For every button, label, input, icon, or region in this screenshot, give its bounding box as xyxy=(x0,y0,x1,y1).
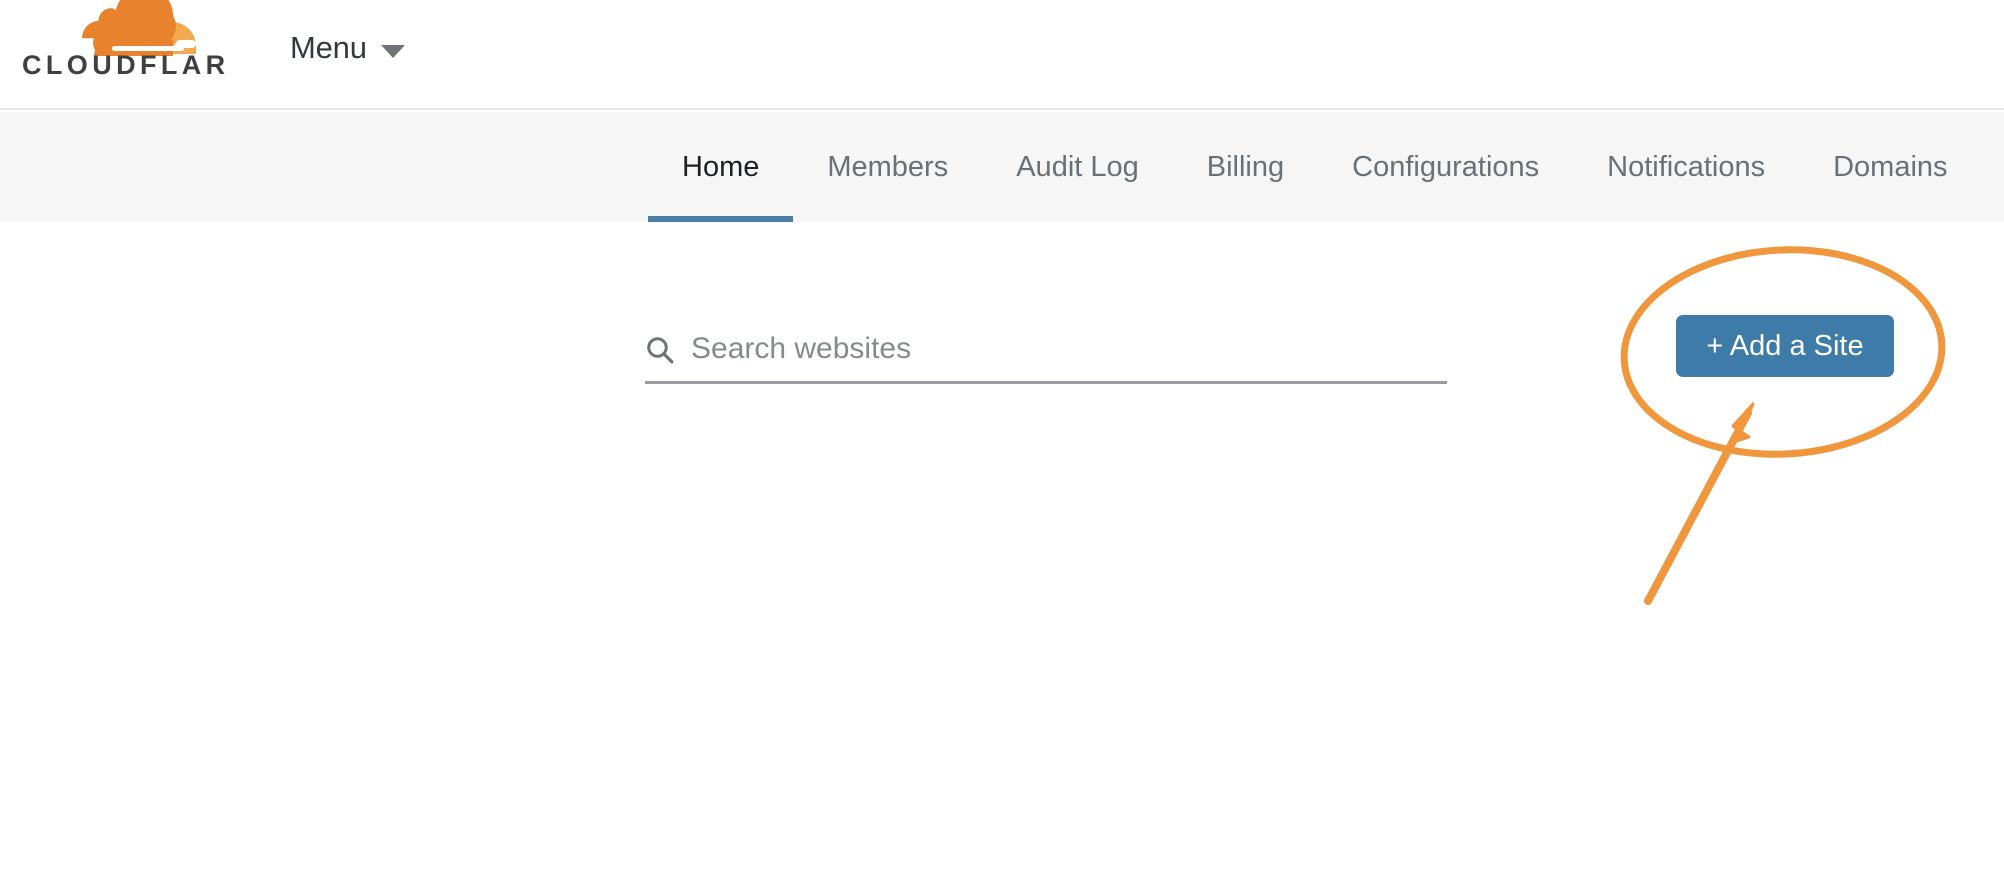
tab-members-label: Members xyxy=(827,150,949,183)
add-site-button[interactable]: + Add a Site xyxy=(1676,315,1894,377)
search-field[interactable] xyxy=(645,322,1447,384)
chevron-down-icon xyxy=(380,44,405,58)
tab-domains[interactable]: Domains xyxy=(1799,112,1981,222)
tab-domains-label: Domains xyxy=(1833,150,1948,183)
cloudflare-cloud-logo: CLOUDFLARE xyxy=(22,0,230,80)
search-icon xyxy=(647,336,674,363)
tab-members[interactable]: Members xyxy=(793,112,982,222)
cloudflare-wordmark: CLOUDFLARE xyxy=(22,50,230,80)
cloudflare-logo[interactable]: CLOUDFLARE xyxy=(20,0,230,86)
tab-audit-log[interactable]: Audit Log xyxy=(982,112,1173,222)
tab-configurations[interactable]: Configurations xyxy=(1318,112,1573,222)
tab-billing-label: Billing xyxy=(1206,150,1285,183)
search-input[interactable] xyxy=(691,331,1411,366)
menu-label: Menu xyxy=(290,30,367,65)
secondary-nav-bar: Home Members Audit Log Billing Configura… xyxy=(0,112,2004,222)
tab-home-label: Home xyxy=(682,150,760,183)
tab-configurations-label: Configurations xyxy=(1352,150,1540,183)
menu-button[interactable]: Menu xyxy=(290,30,405,66)
tab-home[interactable]: Home xyxy=(648,112,794,222)
tab-billing[interactable]: Billing xyxy=(1173,112,1318,222)
top-header: CLOUDFLARE Menu xyxy=(0,0,2004,110)
nav-tab-list: Home Members Audit Log Billing Configura… xyxy=(0,112,1982,222)
tab-notifications-label: Notifications xyxy=(1607,150,1766,183)
tab-audit-log-label: Audit Log xyxy=(1016,150,1139,183)
tab-notifications[interactable]: Notifications xyxy=(1573,112,1799,222)
